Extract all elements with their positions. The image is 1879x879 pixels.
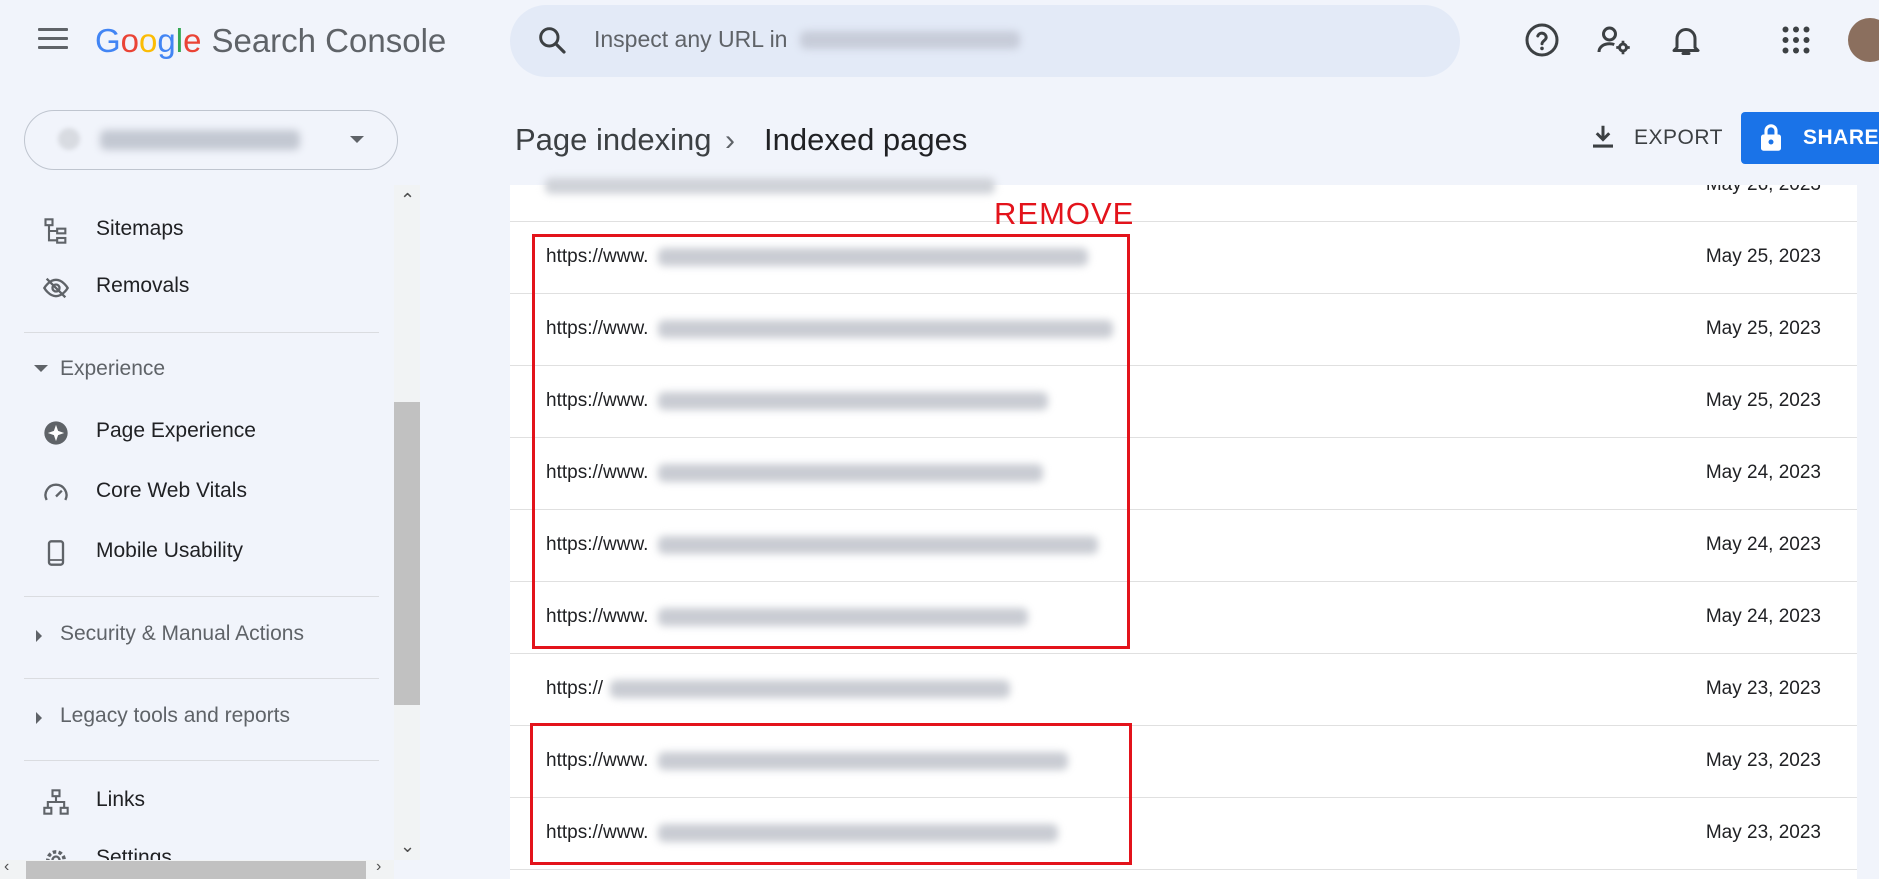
sidebar-item-label: Links: [96, 788, 146, 811]
sidebar-item-label: Removals: [96, 274, 190, 297]
caret-right-icon: [36, 630, 42, 642]
logo-letter: l: [175, 22, 184, 59]
sidebar-section-security[interactable]: Security & Manual Actions: [0, 610, 380, 660]
logo-letter: g: [157, 22, 176, 59]
property-name-blurred: [100, 130, 300, 150]
sidebar-section-label: Legacy tools and reports: [60, 704, 290, 727]
property-favicon-icon: [58, 128, 80, 150]
row-date: May 25, 2023: [1705, 246, 1821, 267]
page-experience-icon: [44, 421, 68, 445]
sidebar-section-label: Security & Manual Actions: [60, 622, 304, 645]
smartphone-icon: [47, 540, 65, 566]
sidebar-section-label: Experience: [60, 357, 166, 380]
notifications-bell-icon[interactable]: [1668, 22, 1704, 58]
scroll-right-arrow-icon[interactable]: ›: [376, 858, 381, 876]
download-icon[interactable]: [1588, 122, 1618, 152]
row-date: May 26, 2023: [1706, 185, 1821, 196]
page-title: Indexed pages: [764, 122, 968, 157]
remove-highlight-box: [532, 234, 1130, 649]
scroll-up-arrow-icon[interactable]: ⌃: [400, 190, 415, 211]
sidebar-item-label: Page Experience: [96, 419, 256, 442]
links-icon: [43, 789, 69, 815]
row-date: May 24, 2023: [1705, 534, 1821, 555]
help-icon[interactable]: [1524, 22, 1560, 58]
breadcrumb-page-indexing[interactable]: Page indexing: [515, 122, 712, 158]
sidebar-divider: [24, 332, 379, 333]
remove-highlight-box: [530, 723, 1132, 865]
scroll-down-arrow-icon[interactable]: ⌄: [400, 836, 415, 857]
sidebar-divider: [24, 760, 379, 761]
caret-down-icon: [34, 365, 48, 372]
logo-letter: o: [120, 22, 140, 59]
row-url-blurred: [610, 680, 1010, 698]
scroll-left-arrow-icon[interactable]: ‹: [4, 858, 9, 876]
sidebar-item-sitemaps[interactable]: Sitemaps: [0, 202, 380, 258]
chevron-right-icon: ›: [725, 124, 735, 157]
table-row[interactable]: https:// May 23, 2023: [510, 654, 1857, 726]
row-date: May 24, 2023: [1705, 606, 1821, 627]
logo-letter: e: [183, 22, 202, 59]
row-date: May 23, 2023: [1705, 678, 1821, 699]
sidebar-item-page-experience[interactable]: Page Experience: [0, 404, 380, 460]
share-button-label[interactable]: SHARE: [1803, 126, 1879, 150]
account-avatar[interactable]: [1848, 18, 1879, 62]
sidebar-item-core-web-vitals[interactable]: Core Web Vitals: [0, 464, 380, 520]
logo-letter: G: [95, 22, 121, 59]
caret-right-icon: [36, 712, 42, 724]
row-url-blurred: [545, 178, 995, 194]
sidebar-section-legacy-tools[interactable]: Legacy tools and reports: [0, 692, 380, 742]
chevron-down-icon[interactable]: [350, 136, 364, 143]
row-date: May 25, 2023: [1705, 318, 1821, 339]
sidebar-horizontal-scrollbar-thumb[interactable]: [26, 861, 366, 879]
row-date: May 23, 2023: [1705, 822, 1821, 843]
sidebar-item-label: Core Web Vitals: [96, 479, 247, 502]
export-button[interactable]: EXPORT: [1634, 126, 1723, 150]
lock-icon: [1761, 124, 1781, 151]
remove-annotation-label: REMOVE: [994, 196, 1135, 231]
sitemap-icon: [44, 218, 67, 244]
row-url: https://: [546, 678, 604, 699]
row-date: May 25, 2023: [1705, 390, 1821, 411]
app-title: Search Console: [211, 22, 447, 59]
sidebar-divider: [24, 678, 379, 679]
main-menu-icon[interactable]: [38, 28, 68, 54]
sidebar-divider: [24, 596, 379, 597]
sidebar-item-links[interactable]: Links: [0, 773, 380, 829]
sidebar-section-experience[interactable]: Experience: [0, 345, 380, 395]
sidebar-item-removals[interactable]: Removals: [0, 259, 380, 315]
sidebar-item-mobile-usability[interactable]: Mobile Usability: [0, 524, 380, 580]
sidebar-scrollbar-thumb[interactable]: [394, 402, 420, 705]
eye-off-icon: [42, 277, 70, 299]
sidebar-item-label: Mobile Usability: [96, 539, 244, 562]
app-logo[interactable]: Google Search Console: [95, 22, 446, 60]
gauge-icon: [44, 483, 68, 501]
search-placeholder[interactable]: Inspect any URL in: [594, 26, 787, 53]
row-date: May 23, 2023: [1705, 750, 1821, 771]
apps-grid-icon[interactable]: [1778, 22, 1814, 58]
search-property-hint-blurred: [800, 31, 1020, 49]
search-icon: [539, 27, 566, 54]
sidebar-item-label: Sitemaps: [96, 217, 184, 240]
logo-letter: o: [139, 22, 158, 59]
manage-users-icon[interactable]: [1596, 22, 1632, 58]
row-date: May 24, 2023: [1705, 462, 1821, 483]
sidebar-nav: Sitemaps Removals Experience Page Experi…: [0, 185, 395, 879]
